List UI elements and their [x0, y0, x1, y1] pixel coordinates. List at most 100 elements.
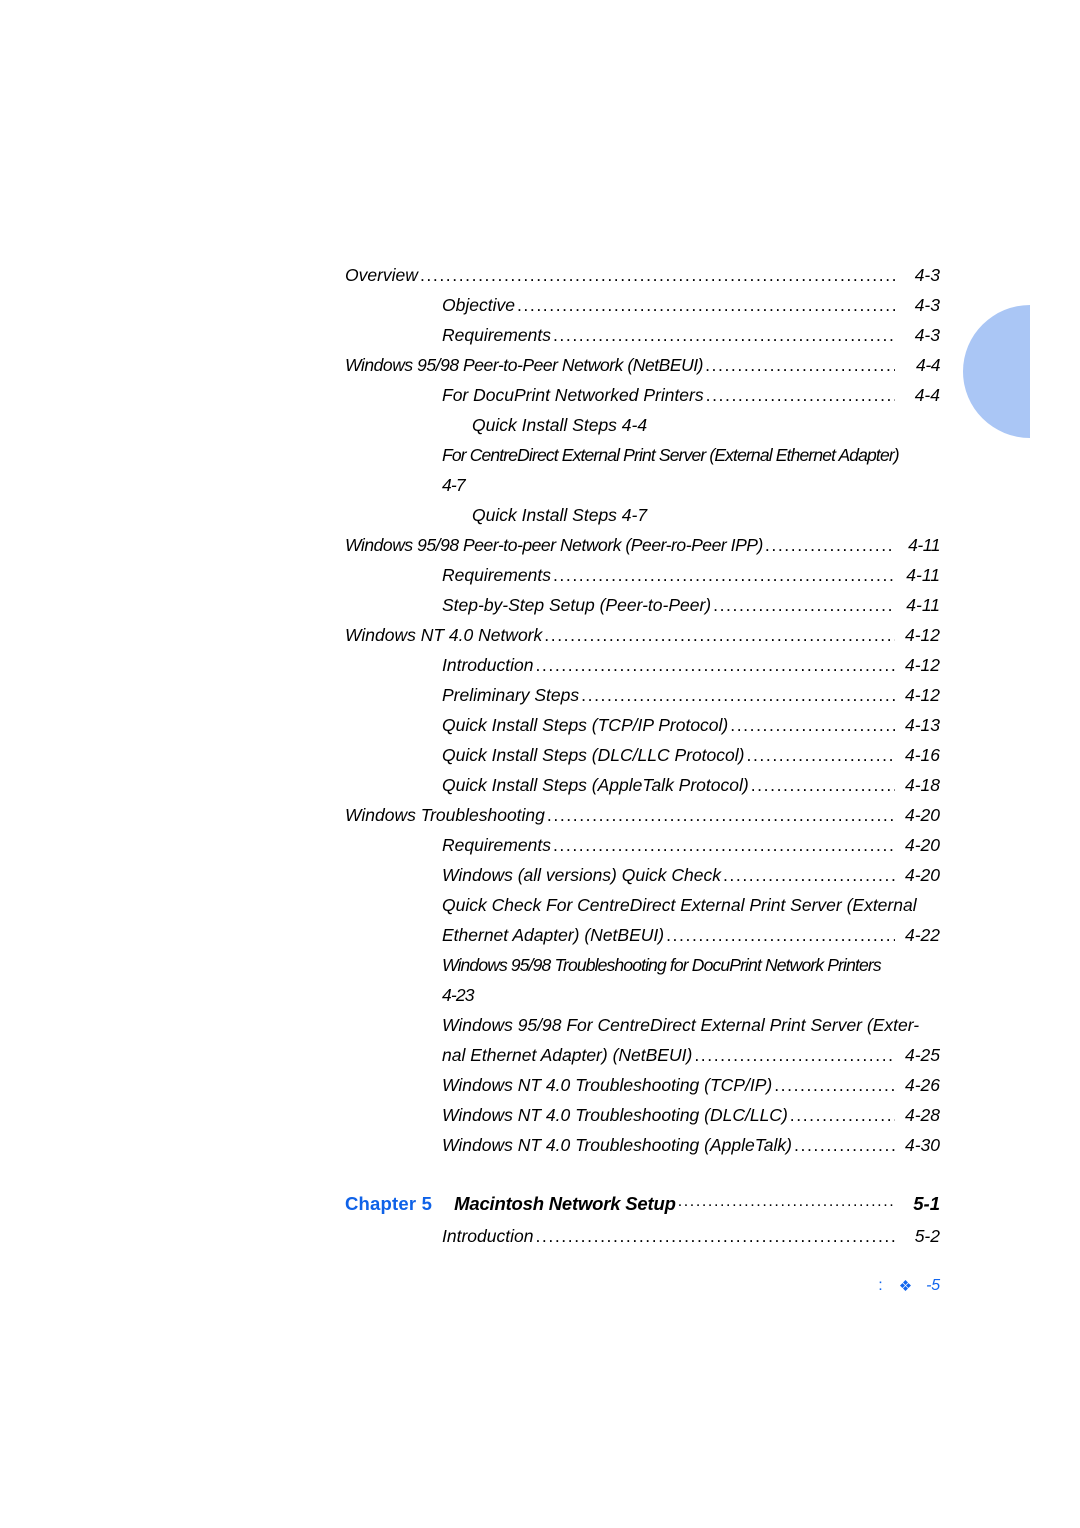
- toc-leader-dots: ........................................…: [794, 1135, 895, 1155]
- toc-leader-dots: ........................................…: [535, 655, 895, 675]
- toc-leader-dots: ........................................…: [722, 865, 895, 885]
- toc-entry-label: For CentreDirect External Print Server (…: [442, 445, 900, 465]
- toc-row[interactable]: Quick Check For CentreDirect External Pr…: [442, 890, 940, 920]
- toc-row[interactable]: Requirements ...........................…: [442, 560, 940, 590]
- chapter-number-label: Chapter 5: [345, 1193, 433, 1214]
- toc-page-number: 4-3: [914, 265, 940, 285]
- toc-leader-dots: ........................................…: [666, 925, 895, 945]
- toc-row[interactable]: Introduction ...........................…: [442, 1221, 940, 1251]
- toc-page-number: 4-12: [904, 685, 940, 705]
- toc-page-number: 4-11: [906, 595, 940, 615]
- toc-entry-label: Windows NT 4.0 Troubleshooting (AppleTal…: [442, 1135, 793, 1155]
- toc-row[interactable]: Quick Install Steps 4-7: [472, 500, 940, 530]
- toc-page-number: 4-23: [442, 985, 474, 1005]
- toc-entry-label: Windows 95/98 For CentreDirect External …: [442, 1015, 920, 1035]
- toc-leader-dots: ........................................…: [677, 1193, 895, 1210]
- toc-entry-label: Windows NT 4.0 Troubleshooting (DLC/LLC): [442, 1105, 788, 1125]
- toc-page-number: 5-2: [914, 1226, 940, 1246]
- toc-leader-dots: ........................................…: [546, 805, 895, 825]
- toc-row[interactable]: For DocuPrint Networked Printers .......…: [442, 380, 940, 410]
- toc-page-number: 4-30: [904, 1135, 940, 1155]
- toc-entry-label: Overview: [345, 265, 418, 285]
- toc-entry-label: Quick Install Steps 4-7: [472, 505, 648, 525]
- toc-entry-label: Windows 95/98 Peer-to-Peer Network (NetB…: [345, 355, 704, 375]
- footer-colon: :: [878, 1277, 883, 1294]
- toc-leader-dots: ........................................…: [713, 595, 895, 615]
- toc-row[interactable]: Windows 95/98 Peer-to-peer Network (Peer…: [345, 530, 940, 560]
- toc-leader-dots: ........................................…: [705, 355, 895, 375]
- toc-leader-dots: ........................................…: [552, 565, 895, 585]
- toc-row[interactable]: Windows (all versions) Quick Check .....…: [442, 860, 940, 890]
- toc-leader-dots: ........................................…: [705, 385, 895, 405]
- toc-entry-label: Quick Install Steps (AppleTalk Protocol): [442, 775, 749, 795]
- toc-entry-label: Windows NT 4.0 Network: [345, 625, 543, 645]
- toc-page-number: 4-13: [904, 715, 940, 735]
- toc-page-number: 4-3: [914, 295, 940, 315]
- toc-entry-label: Quick Install Steps 4-4: [472, 415, 648, 435]
- toc-page-number: 4-20: [904, 865, 940, 885]
- toc-row[interactable]: Requirements ...........................…: [442, 320, 940, 350]
- toc-row[interactable]: Windows 95/98 Troubleshooting for DocuPr…: [442, 950, 940, 1010]
- toc-page-number: 4-12: [904, 625, 940, 645]
- toc-page-number: 4-11: [908, 535, 940, 555]
- toc-entry-label: Windows 95/98 Troubleshooting for DocuPr…: [442, 955, 882, 975]
- toc-row[interactable]: Objective ..............................…: [442, 290, 940, 320]
- toc-entry-label: Requirements: [442, 835, 551, 855]
- toc-row[interactable]: Windows NT 4.0 Troubleshooting (DLC/LLC)…: [442, 1100, 940, 1130]
- toc-entry-label: Windows 95/98 Peer-to-peer Network (Peer…: [345, 535, 763, 555]
- toc-row[interactable]: Quick Install Steps (AppleTalk Protocol)…: [442, 770, 940, 800]
- toc-page-number: 4-22: [904, 925, 940, 945]
- toc-row[interactable]: Windows NT 4.0 Network .................…: [345, 620, 940, 650]
- toc-row[interactable]: Preliminary Steps ......................…: [442, 680, 940, 710]
- toc-row[interactable]: Quick Install Steps 4-4: [472, 410, 940, 440]
- toc-page-number: 4-12: [904, 655, 940, 675]
- toc-entry-label: Objective: [442, 295, 515, 315]
- toc-leader-dots: ........................................…: [419, 265, 895, 285]
- toc-row[interactable]: Windows Troubleshooting ................…: [345, 800, 940, 830]
- toc-page-number: 4-20: [904, 835, 940, 855]
- floret-icon: ❖: [898, 1278, 913, 1295]
- toc-row[interactable]: Quick Install Steps (TCP/IP Protocol) ..…: [442, 710, 940, 740]
- toc-page-number: 4-7: [442, 475, 466, 495]
- toc-page-number: 4-18: [904, 775, 940, 795]
- chapter-page-number: 5-1: [913, 1193, 940, 1214]
- page-footer: : ❖ -5: [780, 1277, 940, 1295]
- toc-entry-label: Requirements: [442, 565, 551, 585]
- footer-page-number: -5: [926, 1277, 940, 1294]
- toc-row[interactable]: Windows 95/98 For CentreDirect External …: [442, 1010, 940, 1040]
- toc-leader-dots: ........................................…: [764, 535, 895, 555]
- toc-leader-dots: ........................................…: [750, 775, 895, 795]
- toc-page-number: 4-20: [904, 805, 940, 825]
- toc-row-continuation[interactable]: nal Ethernet Adapter) (NetBEUI) ........…: [442, 1040, 940, 1070]
- chapter-title: Macintosh Network Setup: [454, 1193, 676, 1214]
- toc-page-number: 4-3: [914, 325, 940, 345]
- toc-row[interactable]: Requirements ...........................…: [442, 830, 940, 860]
- toc-leader-dots: ........................................…: [730, 715, 895, 735]
- toc-page-number: 4-4: [914, 385, 940, 405]
- toc-entry-label: Introduction: [442, 1226, 534, 1246]
- chapter-heading-row[interactable]: Chapter 5 Macintosh Network Setup ......…: [345, 1185, 940, 1221]
- toc-row[interactable]: Quick Install Steps (DLC/LLC Protocol) .…: [442, 740, 940, 770]
- toc-entry-label: Quick Install Steps (DLC/LLC Protocol): [442, 745, 745, 765]
- toc-leader-dots: ........................................…: [516, 295, 895, 315]
- toc-row[interactable]: Introduction ...........................…: [442, 650, 940, 680]
- toc-row[interactable]: Windows 95/98 Peer-to-Peer Network (NetB…: [345, 350, 940, 380]
- toc-entry-label: For DocuPrint Networked Printers: [442, 385, 704, 405]
- toc-row-continuation[interactable]: Ethernet Adapter) (NetBEUI) ............…: [442, 920, 940, 950]
- toc-entry-label: Windows Troubleshooting: [345, 805, 545, 825]
- toc-page-number: 4-11: [906, 565, 940, 585]
- toc-leader-dots: ........................................…: [544, 625, 895, 645]
- toc-row[interactable]: For CentreDirect External Print Server (…: [442, 440, 940, 500]
- toc-row[interactable]: Step-by-Step Setup (Peer-to-Peer) ......…: [442, 590, 940, 620]
- toc-row[interactable]: Windows NT 4.0 Troubleshooting (AppleTal…: [442, 1130, 940, 1160]
- toc-row[interactable]: Overview ...............................…: [345, 260, 940, 290]
- decorative-semicircle: [963, 305, 1030, 438]
- toc-leader-dots: ........................................…: [774, 1075, 895, 1095]
- toc-chapter4-entries: Overview ...............................…: [345, 260, 940, 1160]
- toc-leader-dots: ........................................…: [746, 745, 895, 765]
- toc-page-number: 4-4: [916, 355, 940, 375]
- toc-entry-label: Ethernet Adapter) (NetBEUI): [442, 925, 665, 945]
- toc-row[interactable]: Windows NT 4.0 Troubleshooting (TCP/IP) …: [442, 1070, 940, 1100]
- toc-page-number: 4-28: [904, 1105, 940, 1125]
- toc-leader-dots: ........................................…: [552, 835, 895, 855]
